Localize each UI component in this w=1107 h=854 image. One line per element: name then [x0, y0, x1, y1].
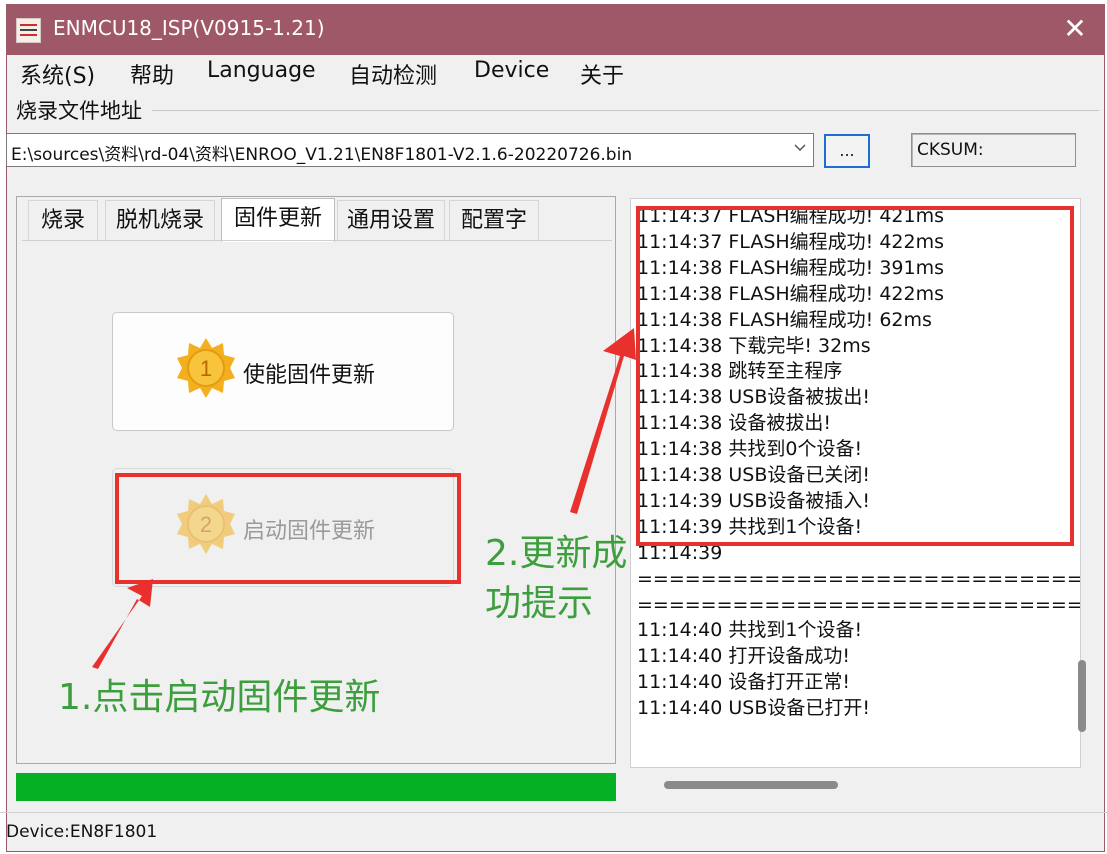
arrow-to-start-button	[92, 579, 153, 669]
annotation-step2-line1: 2.更新成	[485, 533, 628, 574]
annotation-step2-line2: 功提示	[485, 583, 594, 624]
annotation-arrows	[92, 328, 636, 669]
annotation-step1: 1.点击启动固件更新	[58, 677, 381, 718]
arrow-to-log	[570, 328, 636, 514]
